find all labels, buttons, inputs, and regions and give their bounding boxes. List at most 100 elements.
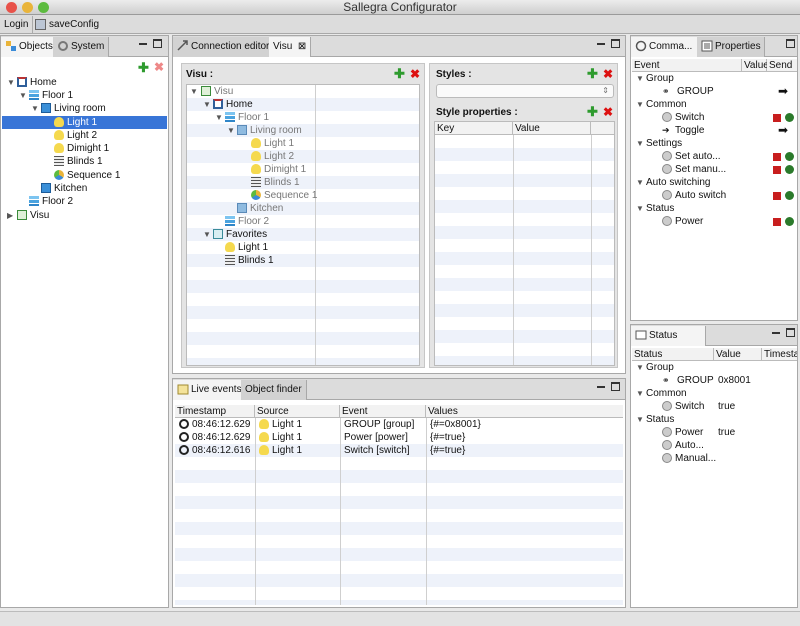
tab-object-finder[interactable]: Object finder	[241, 380, 307, 400]
visu-tree-item-living-room[interactable]: Living room	[237, 124, 302, 137]
expand-arrow-icon[interactable]: ▼	[636, 363, 644, 372]
tab-commands[interactable]: Comma...	[631, 37, 700, 57]
delete-object-icon[interactable]: ✖	[154, 60, 164, 74]
expand-arrow-icon[interactable]: ▼	[636, 415, 644, 424]
zoom-window-icon[interactable]	[38, 2, 49, 13]
tree-item-dimight-1[interactable]: Dimight 1	[54, 142, 109, 155]
column-send[interactable]: Send	[767, 59, 797, 72]
add-style-icon[interactable]: ✚	[587, 66, 598, 82]
minimize-panel-icon[interactable]	[139, 43, 147, 45]
expand-arrow-icon[interactable]: ▼	[636, 178, 644, 187]
column-value[interactable]: Value	[714, 348, 762, 361]
column-values[interactable]: Values	[426, 405, 623, 418]
column-event[interactable]: Event	[340, 405, 426, 418]
expand-arrow-icon[interactable]: ▼	[636, 204, 644, 213]
status-item[interactable]: Auto...	[662, 439, 704, 452]
expand-arrow-icon[interactable]: ▼	[636, 139, 644, 148]
visu-tree-item-light-1[interactable]: Light 1	[251, 137, 294, 150]
delete-visu-icon[interactable]: ✖	[410, 67, 420, 81]
maximize-panel-icon[interactable]	[786, 328, 795, 337]
command-item[interactable]: Auto switch	[662, 189, 726, 202]
tree-item-living-room[interactable]: Living room	[41, 102, 106, 115]
command-item[interactable]: ⚭ GROUP	[662, 85, 714, 98]
maximize-panel-icon[interactable]	[786, 39, 795, 48]
styles-select[interactable]: ⇕	[436, 84, 614, 98]
visu-tree-item-visu[interactable]: Visu	[201, 85, 233, 98]
send-arrow-icon[interactable]: ➡	[778, 124, 788, 136]
event-row[interactable]: 08:46:12.616	[179, 444, 250, 457]
expand-arrow-icon[interactable]: ▼	[227, 126, 235, 135]
status-item[interactable]: Manual...	[662, 452, 716, 465]
visu-tree-item-kitchen[interactable]: Kitchen	[237, 202, 283, 215]
send-false-button[interactable]	[773, 218, 781, 226]
send-false-button[interactable]	[773, 114, 781, 122]
tree-item-kitchen[interactable]: Kitchen	[41, 182, 87, 195]
send-true-button[interactable]	[785, 152, 794, 161]
command-item[interactable]: Power	[662, 215, 703, 228]
send-true-button[interactable]	[785, 113, 794, 122]
expand-arrow-icon[interactable]: ▼	[636, 100, 644, 109]
expand-arrow-icon[interactable]: ▼	[31, 104, 39, 113]
tab-system[interactable]: System	[53, 37, 110, 57]
command-item[interactable]: ➔ Toggle	[662, 124, 704, 137]
visu-tree-item-fav-light-1[interactable]: Light 1	[225, 241, 268, 254]
delete-style-property-icon[interactable]: ✖	[603, 105, 613, 119]
send-false-button[interactable]	[773, 192, 781, 200]
login-button[interactable]: Login	[0, 16, 34, 33]
tree-item-home[interactable]: Home	[17, 76, 57, 89]
expand-arrow-icon[interactable]: ▼	[215, 113, 223, 122]
maximize-panel-icon[interactable]	[611, 382, 620, 391]
expand-arrow-icon[interactable]: ▼	[203, 230, 211, 239]
visu-tree-item-favorites[interactable]: Favorites	[213, 228, 267, 241]
status-item[interactable]: ⚭ GROUP	[662, 374, 714, 387]
visu-tree-item-dimight-1[interactable]: Dimight 1	[251, 163, 306, 176]
maximize-panel-icon[interactable]	[611, 39, 620, 48]
send-true-button[interactable]	[785, 165, 794, 174]
column-value[interactable]: Value	[513, 122, 591, 135]
send-arrow-icon[interactable]: ➡	[778, 85, 788, 97]
tab-live-events[interactable]: Live events	[173, 380, 247, 400]
close-tab-icon[interactable]: ⊠	[298, 37, 306, 56]
visu-tree-item-home[interactable]: Home	[213, 98, 253, 111]
column-status[interactable]: Status	[632, 348, 714, 361]
event-row[interactable]: 08:46:12.629	[179, 418, 250, 431]
column-value[interactable]: Value	[742, 59, 769, 72]
visu-tree-item-light-2[interactable]: Light 2	[251, 150, 294, 163]
tree-item-light-1[interactable]: Light 1	[2, 116, 167, 129]
maximize-panel-icon[interactable]	[153, 39, 162, 48]
column-event[interactable]: Event	[632, 59, 742, 72]
send-true-button[interactable]	[785, 217, 794, 226]
column-timestamp[interactable]: Timestamp	[175, 405, 255, 418]
expand-arrow-icon[interactable]: ▼	[190, 87, 198, 96]
expand-arrow-icon[interactable]: ▼	[203, 100, 211, 109]
column-key[interactable]: Key	[435, 122, 513, 135]
save-config-button[interactable]: saveConfig	[33, 16, 103, 33]
delete-style-icon[interactable]: ✖	[603, 67, 613, 81]
command-item[interactable]: Set auto...	[662, 150, 721, 163]
tab-objects[interactable]: Objects	[1, 37, 58, 57]
minimize-window-icon[interactable]	[22, 2, 33, 13]
add-style-property-icon[interactable]: ✚	[587, 104, 598, 120]
minimize-panel-icon[interactable]	[597, 43, 605, 45]
tab-properties[interactable]: Properties	[697, 37, 765, 57]
tree-item-floor-2[interactable]: Floor 2	[29, 195, 73, 208]
command-item[interactable]: Set manu...	[662, 163, 726, 176]
tab-connection-editor[interactable]: Connection editor	[173, 37, 275, 57]
expand-arrow-icon[interactable]: ▼	[636, 74, 644, 83]
expand-arrow-icon[interactable]: ▼	[636, 389, 644, 398]
event-row[interactable]: 08:46:12.629	[179, 431, 250, 444]
visu-tree-item-sequence-1[interactable]: Sequence 1	[251, 189, 317, 202]
collapsed-arrow-icon[interactable]: ▶	[7, 211, 13, 220]
send-false-button[interactable]	[773, 166, 781, 174]
add-object-icon[interactable]: ✚	[138, 60, 149, 76]
minimize-panel-icon[interactable]	[597, 386, 605, 388]
visu-tree-item-blinds-1[interactable]: Blinds 1	[251, 176, 300, 189]
column-timestamp[interactable]: Timesta	[762, 348, 797, 361]
minimize-panel-icon[interactable]	[772, 332, 780, 334]
tree-item-visu[interactable]: Visu	[17, 209, 49, 222]
close-window-icon[interactable]	[6, 2, 17, 13]
status-item[interactable]: Power	[662, 426, 703, 439]
tree-item-floor-1[interactable]: Floor 1	[29, 89, 73, 102]
expand-arrow-icon[interactable]: ▼	[7, 78, 15, 87]
expand-arrow-icon[interactable]: ▼	[19, 91, 27, 100]
